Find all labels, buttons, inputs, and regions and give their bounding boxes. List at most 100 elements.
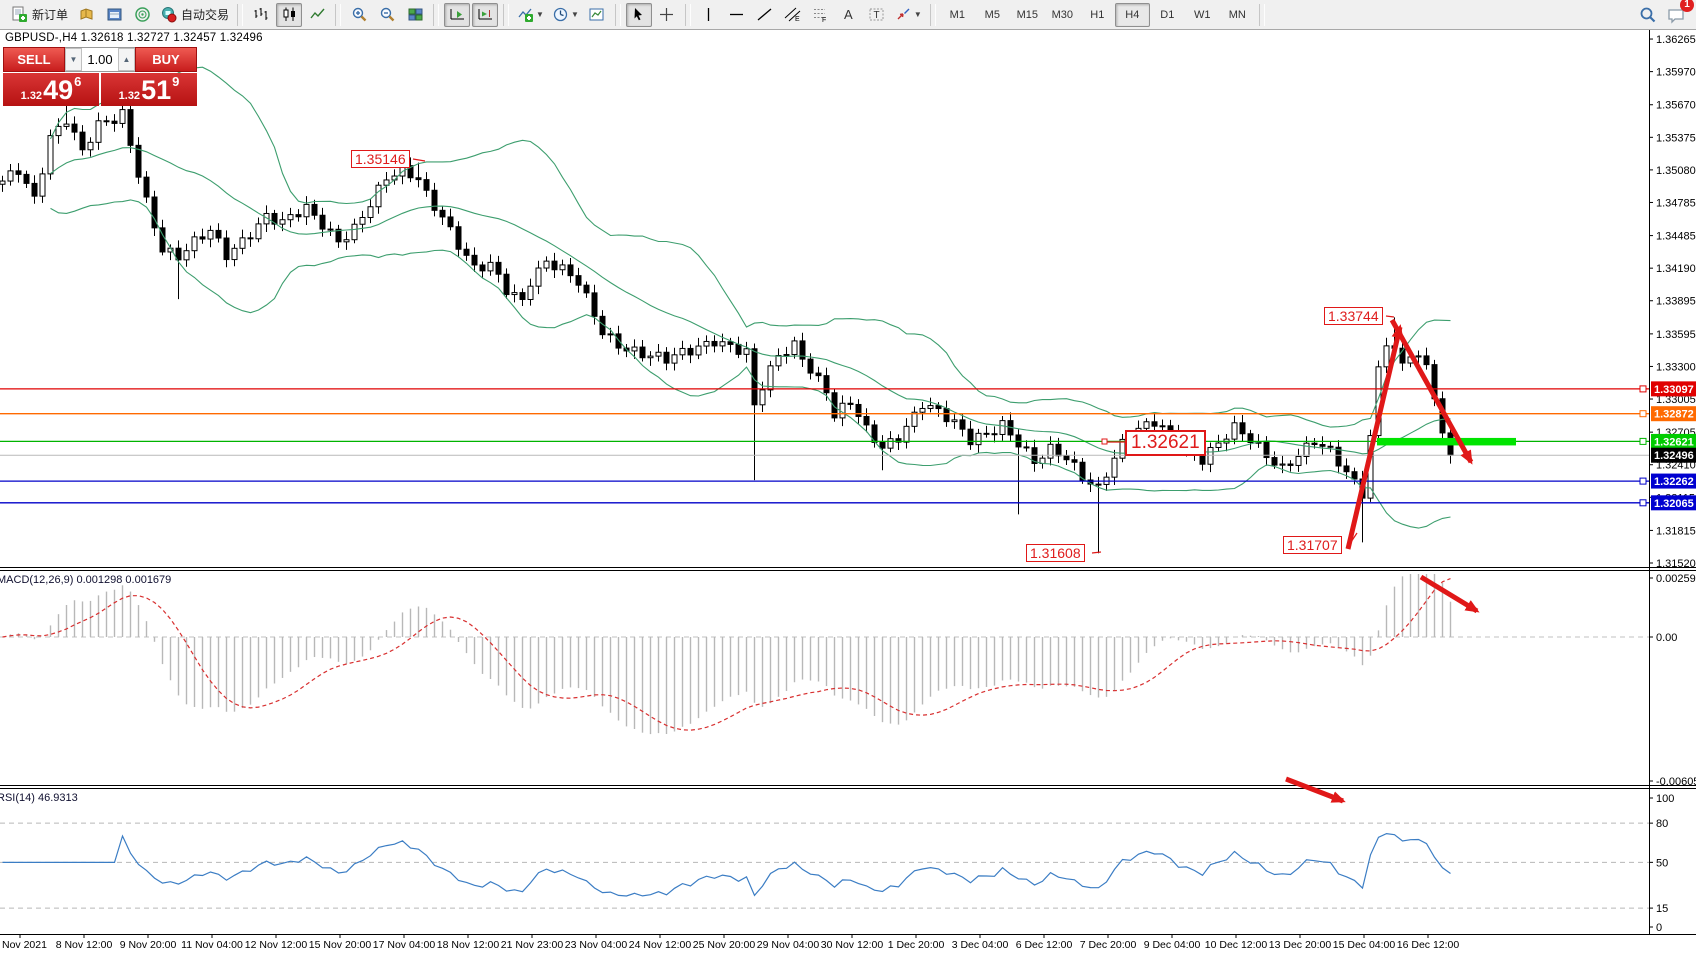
time-axis-label: 18 Nov 12:00: [437, 939, 500, 951]
svg-text:E: E: [795, 16, 800, 23]
equidistant-channel-tool[interactable]: E: [780, 3, 806, 27]
zoom-in-icon: [351, 6, 368, 23]
rsi-axis-label: 100: [1656, 793, 1674, 805]
price-axis-tick-label: 1.34785: [1656, 197, 1696, 209]
templates-icon: [588, 6, 605, 23]
autotrading-icon: [160, 6, 177, 23]
time-axis-label: 13 Dec 20:00: [1269, 939, 1332, 951]
toolbar-separator: [433, 4, 439, 26]
svg-text:A: A: [844, 7, 853, 22]
price-annotation-131608[interactable]: 1.31608: [1026, 544, 1085, 562]
buy-price-display[interactable]: 1.32 51 9: [101, 73, 197, 106]
time-axis-label: 21 Nov 23:00: [501, 939, 564, 951]
support-zone-band: [1377, 438, 1516, 446]
tab-timeframe-h1[interactable]: H1: [1080, 3, 1115, 27]
price-badge-label: 1.32621: [1654, 436, 1694, 448]
chart-canvas[interactable]: 1.362651.359701.356701.353751.350801.347…: [0, 0, 1696, 953]
time-axis-label: 30 Nov 12:00: [821, 939, 884, 951]
chart-symbol-ohlc-header: GBPUSD-,H4 1.32618 1.32727 1.32457 1.324…: [5, 32, 263, 44]
line-anchor-square: [1640, 411, 1646, 417]
ask-pipette: 9: [172, 74, 179, 89]
tab-timeframe-m5[interactable]: M5: [975, 3, 1010, 27]
toolbar-separator: [930, 4, 936, 26]
time-axis-label: 17 Nov 04:00: [373, 939, 436, 951]
line-anchor-square: [1640, 500, 1646, 506]
tab-timeframe-m15[interactable]: M15: [1010, 3, 1045, 27]
add-indicator-dropdown[interactable]: ▼: [514, 3, 547, 27]
tab-timeframe-m30[interactable]: M30: [1045, 3, 1080, 27]
radar-icon: [134, 6, 151, 23]
new-order-button[interactable]: 新订单: [8, 3, 71, 27]
volume-increase-button[interactable]: ▲: [118, 48, 135, 71]
profiles-button[interactable]: [73, 3, 99, 27]
autotrading-button[interactable]: 自动交易: [157, 3, 232, 27]
main-toolbar: 新订单 自动交易 ▼ ▼: [0, 0, 1696, 30]
line-anchor-square: [1640, 438, 1646, 444]
time-axis-label: 16 Dec 12:00: [1397, 939, 1460, 951]
text-label-tool[interactable]: T: [864, 3, 890, 27]
svg-text:T: T: [874, 10, 880, 21]
auto-scroll-button[interactable]: [444, 3, 470, 27]
price-axis-tick-label: 1.35080: [1656, 165, 1696, 177]
volume-value[interactable]: 1.00: [82, 48, 118, 71]
toolbar-separator: [503, 4, 509, 26]
bid-big-digits: 49: [43, 77, 73, 104]
clock-icon: [552, 6, 569, 23]
cursor-button[interactable]: [626, 3, 652, 27]
arrows-dropdown[interactable]: ▼: [892, 3, 925, 27]
price-badge-label: 1.32065: [1654, 498, 1694, 510]
channel-icon: E: [784, 6, 801, 23]
zoom-in-button[interactable]: [346, 3, 372, 27]
price-annotation-131707[interactable]: 1.31707: [1283, 536, 1342, 554]
zoom-out-button[interactable]: [374, 3, 400, 27]
clipped-edge-button[interactable]: [1, 3, 6, 27]
rsi-indicator-label: RSI(14) 46.9313: [0, 792, 78, 804]
fibonacci-tool[interactable]: F: [808, 3, 834, 27]
text-tool[interactable]: A: [836, 3, 862, 27]
notifications-button[interactable]: 1: [1663, 3, 1689, 27]
tile-windows-button[interactable]: [402, 3, 428, 27]
market-watch-button[interactable]: [129, 3, 155, 27]
bar-chart-button[interactable]: [248, 3, 274, 27]
time-axis-label: Nov 2021: [2, 939, 47, 951]
time-axis-label: 12 Nov 12:00: [245, 939, 308, 951]
time-axis-label: 15 Nov 20:00: [309, 939, 372, 951]
data-window-button[interactable]: [101, 3, 127, 27]
vertical-line-icon: [700, 6, 717, 23]
price-annotation-135146[interactable]: 1.35146: [351, 150, 410, 168]
crosshair-button[interactable]: [654, 3, 680, 27]
toolbar-separator: [685, 4, 691, 26]
tab-timeframe-mn[interactable]: MN: [1220, 3, 1255, 27]
rsi-axis-label: 15: [1656, 903, 1668, 915]
templates-dropdown[interactable]: [584, 3, 610, 27]
price-axis-tick-label: 1.35670: [1656, 100, 1696, 112]
line-chart-button[interactable]: [304, 3, 330, 27]
periods-dropdown[interactable]: ▼: [549, 3, 582, 27]
tab-timeframe-d1[interactable]: D1: [1150, 3, 1185, 27]
tab-timeframe-m1[interactable]: M1: [940, 3, 975, 27]
volume-decrease-button[interactable]: ▼: [65, 48, 82, 71]
line-anchor-square: [1640, 386, 1646, 392]
data-window-icon: [106, 6, 123, 23]
cursor-icon: [630, 6, 647, 23]
buy-button[interactable]: BUY: [135, 47, 197, 72]
chart-shift-button[interactable]: [472, 3, 498, 27]
time-axis-label: 10 Dec 12:00: [1205, 939, 1268, 951]
sell-price-display[interactable]: 1.32 49 6: [3, 73, 99, 106]
tab-timeframe-h4[interactable]: H4: [1115, 3, 1150, 27]
toolbar-separator: [1259, 4, 1265, 26]
bid-prefix: 1.32: [21, 90, 42, 102]
time-axis-label: 11 Nov 04:00: [181, 939, 243, 951]
candlestick-chart-button[interactable]: [276, 3, 302, 27]
sell-button[interactable]: SELL: [3, 47, 65, 72]
price-annotation-132621[interactable]: 1.32621: [1125, 430, 1206, 456]
price-annotation-133744[interactable]: 1.33744: [1324, 307, 1383, 325]
tab-timeframe-w1[interactable]: W1: [1185, 3, 1220, 27]
search-button[interactable]: [1635, 3, 1661, 27]
horizontal-line-tool[interactable]: [724, 3, 750, 27]
tile-windows-icon: [407, 6, 424, 23]
vertical-line-tool[interactable]: [696, 3, 722, 27]
trendline-tool[interactable]: [752, 3, 778, 27]
price-axis-tick-label: 1.31520: [1656, 558, 1696, 570]
ask-prefix: 1.32: [119, 90, 140, 102]
